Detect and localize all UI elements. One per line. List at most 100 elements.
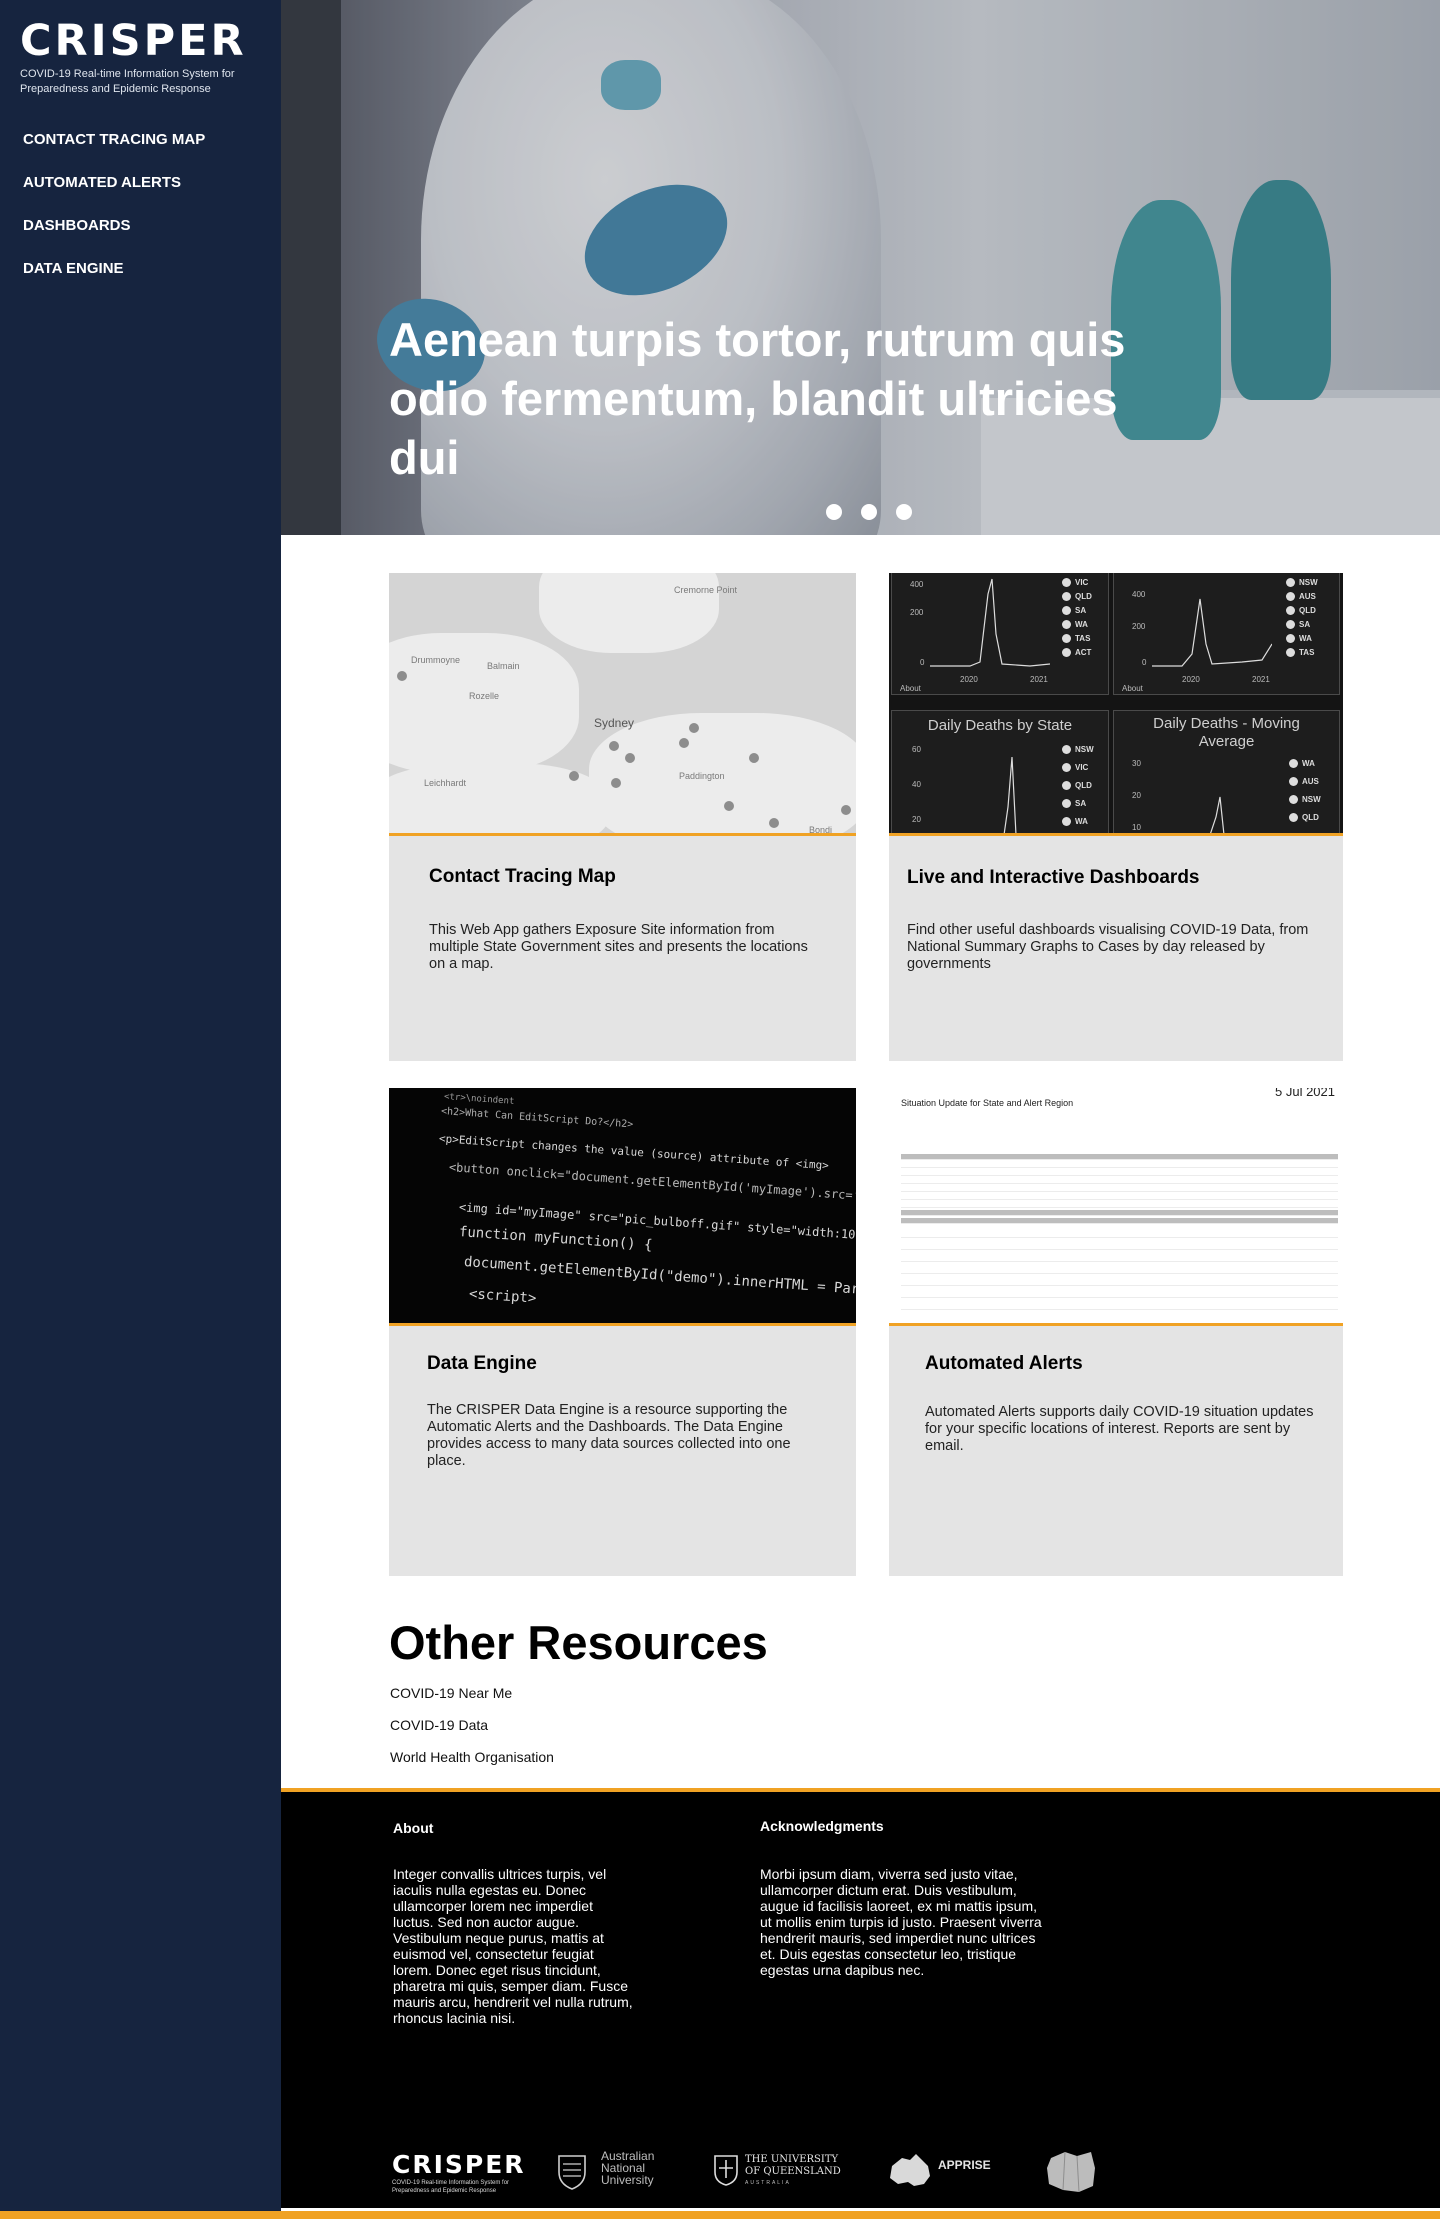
footer-logo-tagline: COVID-19 Real-time Information System fo… [392, 2180, 510, 2194]
resource-link-covid19-near-me[interactable]: COVID-19 Near Me [390, 1685, 512, 1701]
resource-link-covid19-data[interactable]: COVID-19 Data [390, 1717, 488, 1733]
card-title: Contact Tracing Map [429, 866, 616, 887]
axis-tick: 60 [912, 745, 921, 754]
code-line: <tr>\noindent [443, 1092, 515, 1107]
report-table-thumbnail: Situation Update for State and Alert Reg… [889, 1088, 1343, 1326]
axis-tick: 40 [912, 780, 921, 789]
apprise-logo[interactable]: APPRISE [886, 2150, 1006, 2194]
card-title: Data Engine [427, 1353, 537, 1374]
chart-panel: Daily Deaths - Moving Average 30 20 10 W… [1113, 710, 1340, 833]
table-row [901, 1178, 1338, 1184]
map-pin[interactable] [611, 778, 621, 788]
table-row [901, 1218, 1338, 1224]
map-label: Bondi [809, 825, 833, 835]
card-description: This Web App gathers Exposure Site infor… [429, 922, 808, 972]
map-pin[interactable] [397, 671, 407, 681]
card-dashboards[interactable]: 400 200 0 2020 2021 VIC QLD SA WA TAS AC… [889, 573, 1343, 1061]
other-resources-heading: Other Resources [389, 1616, 768, 1669]
card-description: Find other useful dashboards visualising… [907, 922, 1309, 972]
crisper-logo[interactable]: CRISPER [20, 18, 247, 64]
chart-line [1210, 796, 1225, 833]
partner-map-icon [1047, 2151, 1095, 2193]
table-row [901, 1244, 1338, 1250]
card-automated-alerts[interactable]: Situation Update for State and Alert Reg… [889, 1088, 1343, 1576]
legend-label: SA [1075, 606, 1087, 615]
nav-item-automated-alerts[interactable]: AUTOMATED ALERTS [23, 173, 205, 216]
axis-tick: 200 [1132, 622, 1146, 631]
card-data-engine[interactable]: <tr>\noindent <h2>What Can EditScript Do… [389, 1088, 856, 1576]
chart-legend: NSW AUS QLD SA WA TAS [1286, 576, 1318, 660]
legend-label: QLD [1075, 781, 1092, 790]
about-link[interactable]: About [900, 684, 921, 693]
chart-panel: 400 200 0 2020 2021 VIC QLD SA WA TAS AC… [891, 573, 1109, 695]
map-pin[interactable] [609, 741, 619, 751]
footer-acknowledgments-text: Morbi ipsum diam, viverra sed justo vita… [760, 1866, 1042, 1978]
map-pin[interactable] [679, 738, 689, 748]
legend-label: ACT [1075, 648, 1092, 657]
legend-label: TAS [1299, 648, 1315, 657]
chart-panel: Daily Deaths by State 60 40 20 NSW VIC Q… [891, 710, 1109, 833]
chart-title: Daily Deaths by State [927, 717, 1073, 734]
about-link[interactable]: About [1122, 684, 1143, 693]
nav-item-dashboards[interactable]: DASHBOARDS [23, 216, 205, 259]
crisper-footer-logo[interactable]: CRISPER COVID-19 Real-time Information S… [392, 2150, 532, 2195]
chart-line [1003, 756, 1017, 833]
card-contact-tracing-map[interactable]: Cremorne Point Drummoyne Balmain Rozelle… [389, 573, 856, 1061]
table-row [901, 1210, 1338, 1216]
axis-year: 2020 [1182, 675, 1200, 684]
carousel-dot-2[interactable] [861, 504, 877, 520]
carousel-dot-3[interactable] [896, 504, 912, 520]
anu-crest-icon [558, 2155, 586, 2190]
nav-item-data-engine[interactable]: DATA ENGINE [23, 259, 205, 302]
code-line: <h2>What Can EditScript Do?</h2> [440, 1106, 634, 1131]
legend-label: NSW [1299, 578, 1318, 587]
map-pin[interactable] [625, 753, 635, 763]
legend-label: AUS [1302, 777, 1319, 786]
legend-label: QLD [1075, 592, 1092, 601]
map-city-label: Sydney [594, 716, 635, 730]
map-pin[interactable] [769, 818, 779, 828]
table-row [901, 1186, 1338, 1192]
main-nav: CONTACT TRACING MAP AUTOMATED ALERTS DAS… [23, 130, 205, 302]
axis-tick: 30 [1132, 759, 1141, 768]
chart-title: Daily Deaths - Moving Average [1153, 715, 1300, 750]
axis-tick: 10 [1132, 823, 1141, 832]
axis-tick: 0 [920, 658, 925, 667]
map-pin[interactable] [569, 771, 579, 781]
map-label: Rozelle [469, 691, 500, 701]
legend-label: WA [1299, 634, 1312, 643]
hero-title: Aenean turpis tortor, rutrum quis odio f… [389, 313, 1126, 484]
code-thumbnail: <tr>\noindent <h2>What Can EditScript Do… [389, 1088, 856, 1326]
map-label: Paddington [679, 771, 725, 781]
axis-year: 2020 [960, 675, 978, 684]
sidebar: CRISPER COVID-19 Real-time Information S… [0, 0, 281, 2219]
anu-logo[interactable]: Australian National University [557, 2150, 677, 2192]
logo-tagline: COVID-19 Real-time Information System fo… [20, 68, 235, 95]
nav-item-contact-tracing-map[interactable]: CONTACT TRACING MAP [23, 130, 205, 173]
map-pin[interactable] [689, 723, 699, 733]
map-label: Balmain [487, 661, 520, 671]
legend-label: WA [1302, 759, 1315, 768]
partner-logo-map[interactable] [1043, 2148, 1099, 2201]
chart-legend: NSW VIC QLD SA WA [1062, 741, 1094, 831]
axis-tick: 0 [1142, 658, 1147, 667]
card-description: The CRISPER Data Engine is a resource su… [427, 1402, 791, 1469]
uq-country: AUSTRALIA [745, 2180, 791, 2186]
map-pin[interactable] [724, 801, 734, 811]
legend-label: SA [1299, 620, 1311, 629]
resource-link-who[interactable]: World Health Organisation [390, 1749, 554, 1765]
axis-year: 2021 [1030, 675, 1048, 684]
table-row [901, 1194, 1338, 1200]
map-pin[interactable] [749, 753, 759, 763]
map-thumbnail: Cremorne Point Drummoyne Balmain Rozelle… [389, 573, 856, 836]
map-pin[interactable] [841, 805, 851, 815]
table-row [901, 1202, 1338, 1208]
legend-label: QLD [1302, 813, 1319, 822]
axis-year: 2021 [1252, 675, 1270, 684]
legend-label: AUS [1299, 592, 1316, 601]
legend-label: TAS [1075, 634, 1091, 643]
table-row [901, 1268, 1338, 1274]
legend-label: NSW [1075, 745, 1094, 754]
table-row [901, 1292, 1338, 1298]
carousel-dot-1[interactable] [826, 504, 842, 520]
